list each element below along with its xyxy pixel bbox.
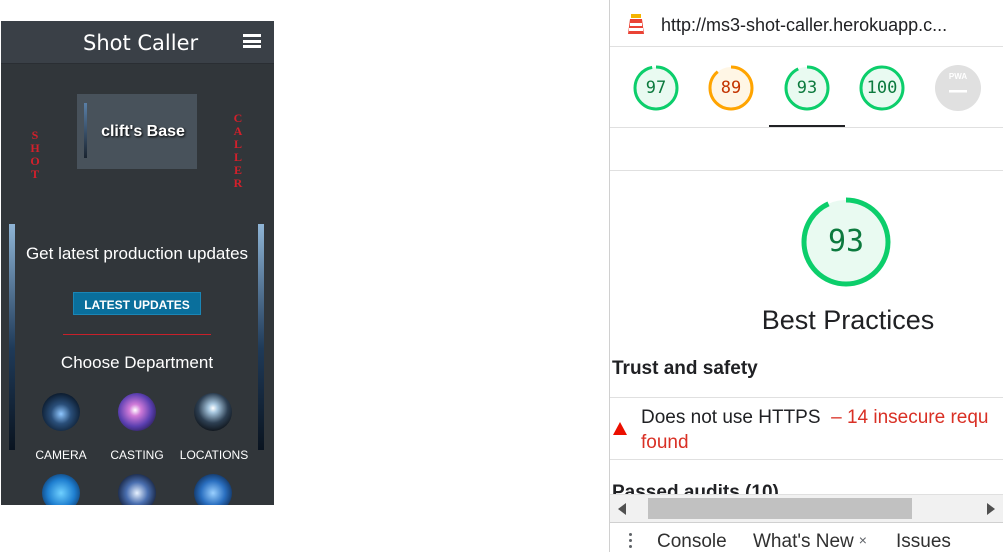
shot-vertical-text: S H O T [30,128,40,181]
url-bar: http://ms3-shot-caller.herokuapp.c... [610,0,1003,47]
divider [610,127,1003,128]
more-options-icon[interactable] [629,533,633,551]
right-film-rail [258,224,264,450]
audit-item[interactable]: Does not use HTTPS – 14 insecure requ fo… [641,405,1001,455]
base-title: clift's Base [101,123,185,140]
divider [610,170,1003,171]
audit-detail-cont: found [641,432,689,453]
passed-audits-heading[interactable]: Passed audits (10) [612,482,779,494]
tab-whats-new-label: What's New [753,531,854,552]
department-icon-4[interactable] [42,474,80,505]
devtools-drawer: Console What's New × Issues [610,522,1003,553]
casting-icon[interactable] [118,393,156,431]
department-heading: Choose Department [60,353,214,372]
user-base-banner: clift's Base [77,94,197,169]
category-title: Best Practices [761,305,935,335]
tab-console[interactable]: Console [657,531,727,553]
divider [63,334,211,335]
tab-issues[interactable]: Issues [896,531,951,553]
divider [610,397,1003,398]
caller-vertical-text: C A L L E R [233,111,243,190]
accessibility-score: 89 [720,78,742,98]
audit-detail: – 14 insecure requ [831,407,989,428]
devtools-panel: http://ms3-shot-caller.herokuapp.c... 97… [609,0,1003,553]
department-icon-6[interactable] [194,474,232,505]
department-icon-5[interactable] [118,474,156,505]
tab-whats-new[interactable]: What's New × [753,531,867,553]
camera-icon[interactable] [42,393,80,431]
locations-icon[interactable] [194,393,232,431]
best-practices-main-score: 93 [827,224,865,259]
audit-title: Does not use HTTPS [641,407,821,428]
divider [610,459,1003,460]
brand-title[interactable]: Shot Caller [83,31,198,55]
section-title: Trust and safety [612,358,758,379]
updates-heading: Get latest production updates [25,244,249,263]
seo-score: 100 [866,78,898,98]
horizontal-scrollbar[interactable] [610,494,1003,522]
camera-label[interactable]: CAMERA [21,448,101,462]
latest-updates-button[interactable]: LATEST UPDATES [73,292,201,315]
lighthouse-icon [628,14,644,34]
best-practices-score: 93 [796,78,818,98]
left-film-rail [9,224,15,450]
hamburger-menu-icon[interactable] [243,34,261,48]
warning-triangle-icon [613,422,627,435]
report-url[interactable]: http://ms3-shot-caller.herokuapp.c... [661,15,947,36]
navbar: Shot Caller [1,21,274,64]
casting-label[interactable]: CASTING [97,448,177,462]
pwa-label: PWA [948,72,968,81]
performance-score: 97 [645,78,667,98]
scroll-right-arrow-icon[interactable] [987,503,995,515]
scroll-thumb[interactable] [648,498,912,519]
mobile-preview: Shot Caller S H O T C A L L E R clift's … [1,21,274,505]
close-tab-icon[interactable]: × [859,532,867,548]
scroll-left-arrow-icon[interactable] [618,503,626,515]
locations-label[interactable]: LOCATIONS [174,448,254,462]
